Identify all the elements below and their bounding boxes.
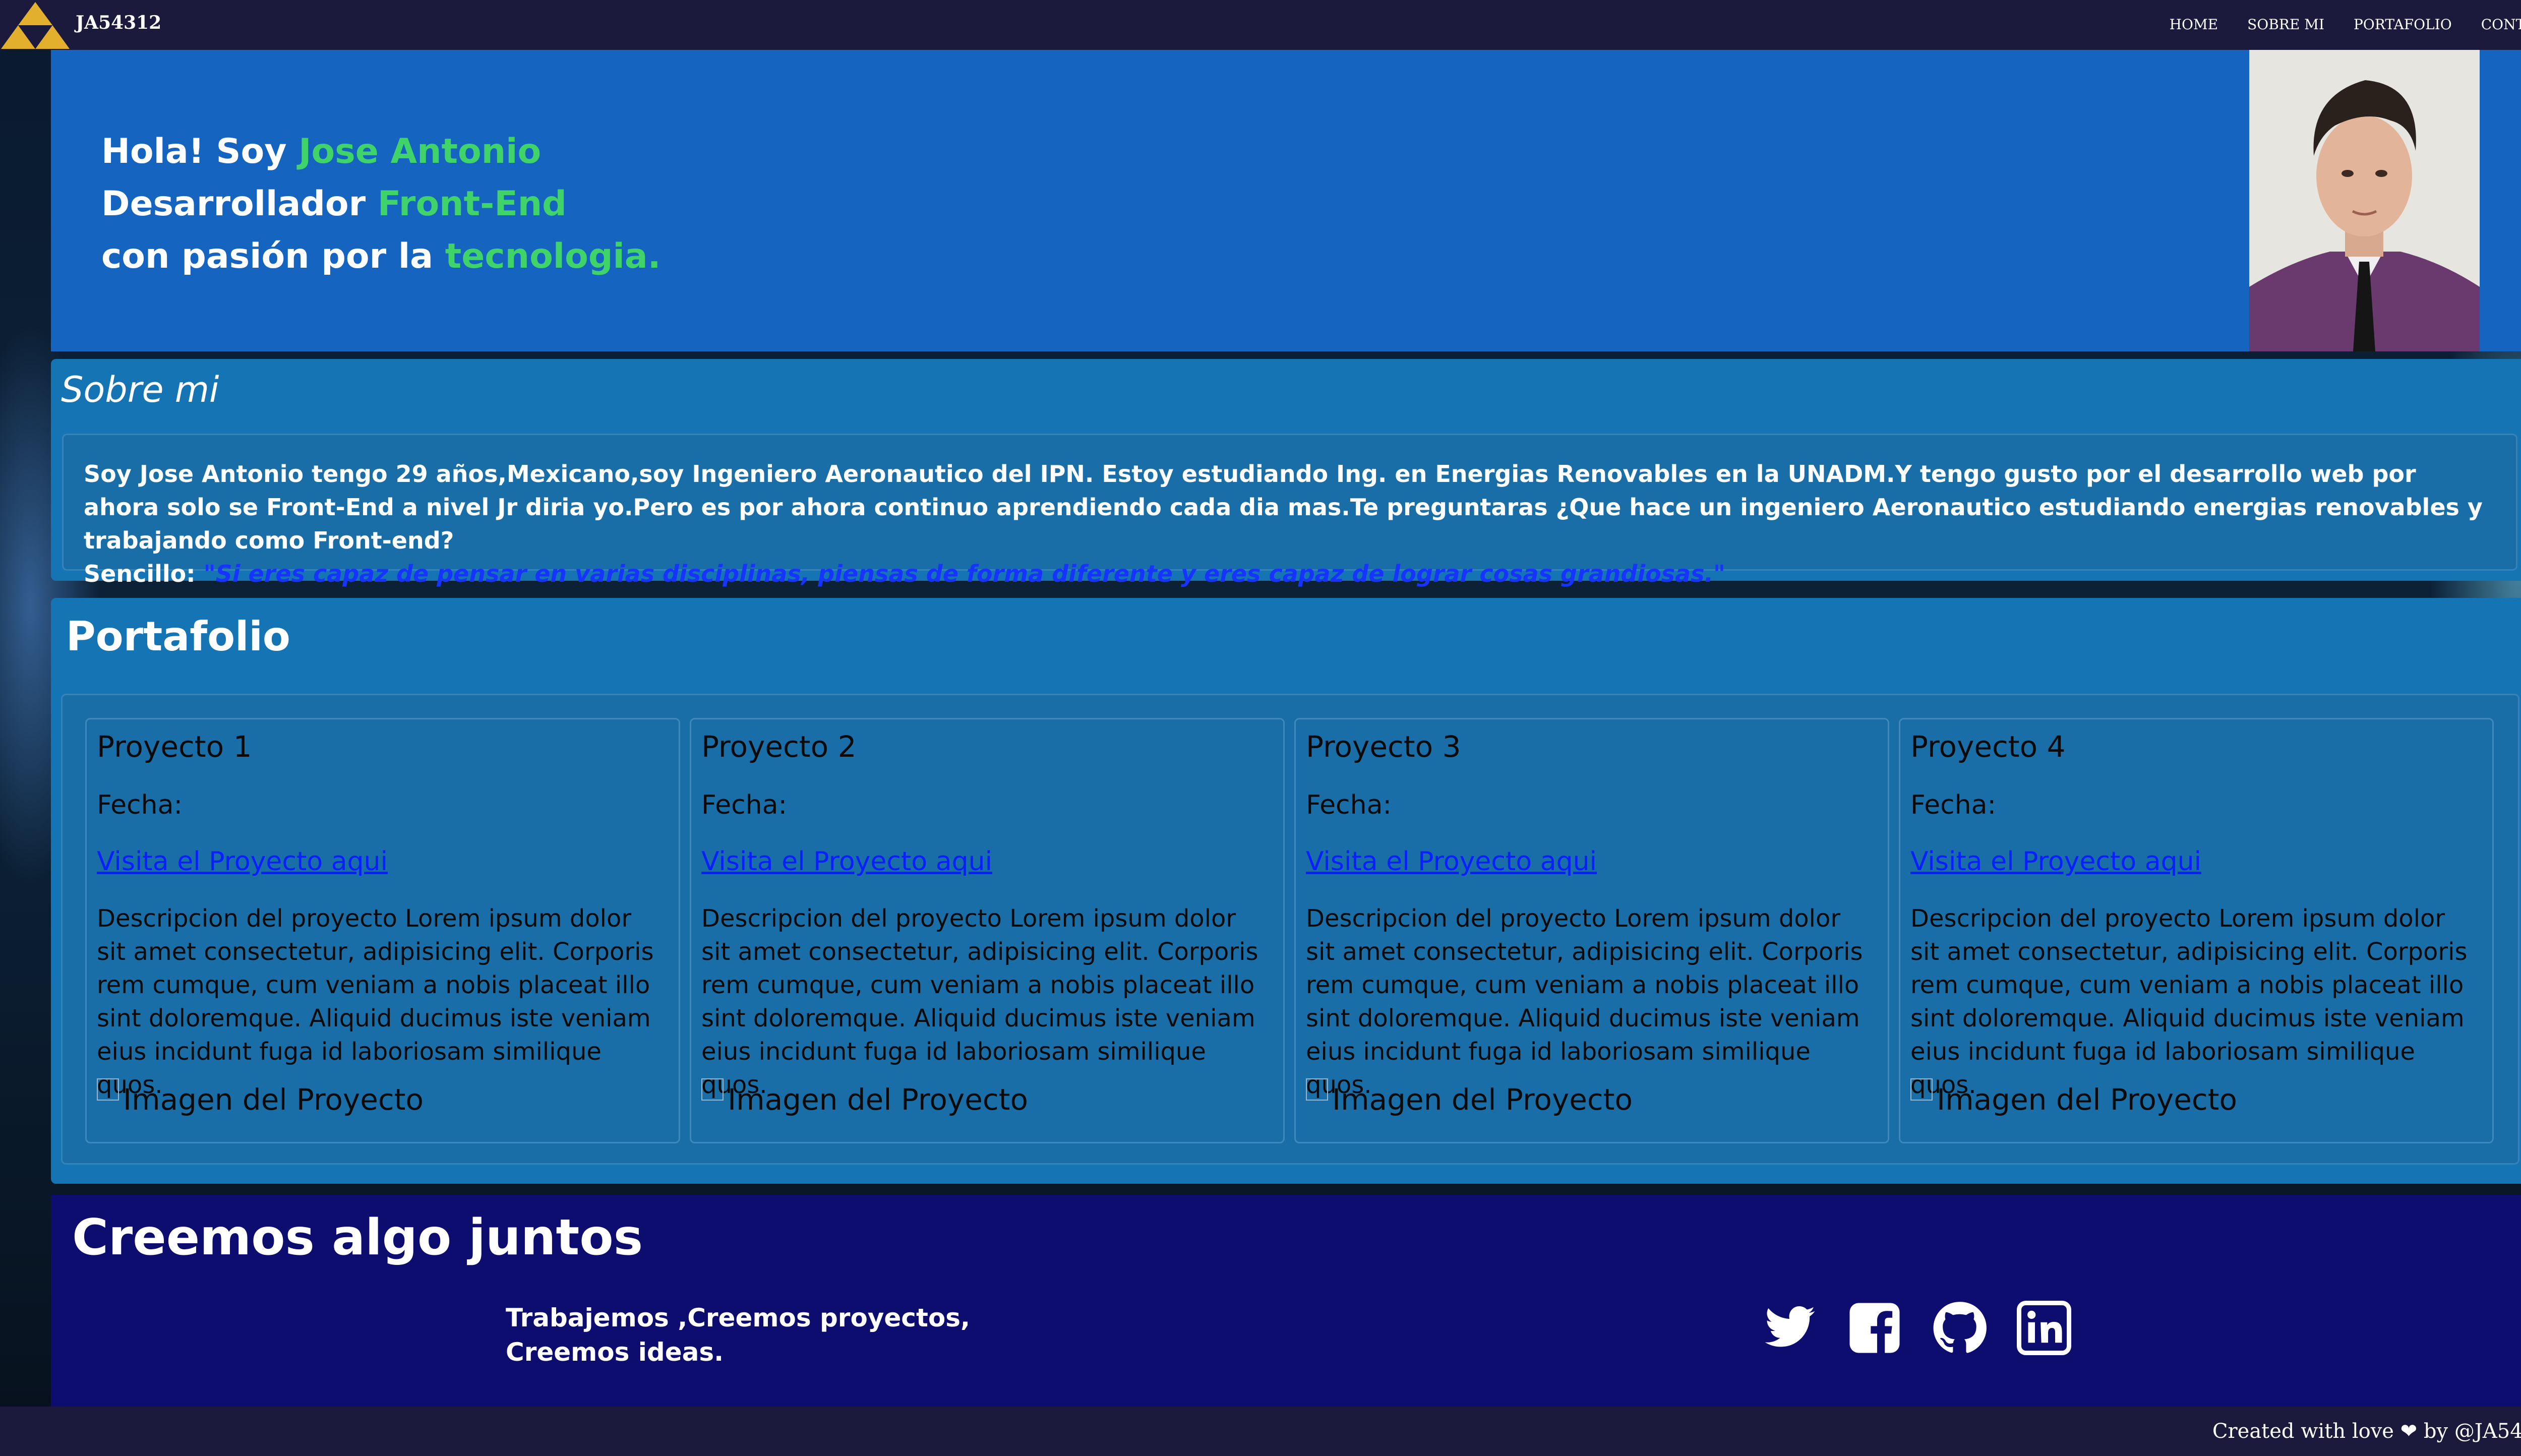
facebook-icon[interactable] <box>1847 1301 1902 1355</box>
about-title: Sobre mi <box>61 369 219 410</box>
hero-line-3: con pasión por la tecnologia. <box>101 230 661 283</box>
project-date: Fecha: <box>1306 790 1392 820</box>
nav-links: HOME SOBRE MI PORTAFOLIO CONTACTO <box>2170 16 2521 33</box>
about-body: Soy Jose Antonio tengo 29 años,Mexicano,… <box>84 460 2483 554</box>
project-description: Descripcion del proyecto Lorem ipsum dol… <box>1910 904 2468 1099</box>
project-link[interactable]: Visita el Proyecto aqui <box>701 846 992 877</box>
nav-link-home[interactable]: HOME <box>2170 16 2218 33</box>
social-links <box>1763 1301 2071 1355</box>
project-title: Proyecto 4 <box>1910 730 2066 764</box>
footer-credit: Created with love ❤ by @JA54312 <box>2212 1420 2521 1443</box>
hero-line-3-prefix: con pasión por la <box>101 236 445 276</box>
broken-image-icon <box>1910 1078 1933 1101</box>
broken-image-icon <box>1306 1078 1328 1101</box>
contact-text: Trabajemos ,Creemos proyectos, Creemos i… <box>506 1301 970 1369</box>
project-image-alt: Imagen del Proyecto <box>123 1082 424 1117</box>
broken-image-icon <box>701 1078 724 1101</box>
nav-link-sobre-mi[interactable]: SOBRE MI <box>2247 16 2324 33</box>
project-date: Fecha: <box>701 790 787 820</box>
project-link[interactable]: Visita el Proyecto aqui <box>1910 846 2201 877</box>
about-section: Sobre mi Soy Jose Antonio tengo 29 años,… <box>51 359 2521 587</box>
project-card: Proyecto 3 Fecha: Visita el Proyecto aqu… <box>1294 718 1889 1143</box>
hero-banner: Hola! Soy Jose Antonio Desarrollador Fro… <box>51 50 2521 351</box>
project-card: Proyecto 4 Fecha: Visita el Proyecto aqu… <box>1899 718 2494 1143</box>
contact-section: Creemos algo juntos Trabajemos ,Creemos … <box>51 1195 2521 1407</box>
project-link[interactable]: Visita el Proyecto aqui <box>97 846 388 877</box>
triforce-logo-icon[interactable] <box>0 1 71 50</box>
navbar: JA54312 HOME SOBRE MI PORTAFOLIO CONTACT… <box>0 0 2521 50</box>
nav-link-contacto[interactable]: CONTACTO <box>2481 16 2521 33</box>
hero-name: Jose Antonio <box>298 132 542 171</box>
hero-line-2: Desarrollador Front-End <box>101 178 661 230</box>
project-date: Fecha: <box>1910 790 1996 820</box>
project-image: Imagen del Proyecto <box>701 1078 1029 1117</box>
project-image: Imagen del Proyecto <box>1910 1078 2238 1117</box>
project-image-alt: Imagen del Proyecto <box>1937 1082 2238 1117</box>
hero-line-1-prefix: Hola! Soy <box>101 132 299 171</box>
github-icon[interactable] <box>1932 1301 1987 1355</box>
footer: Created with love ❤ by @JA54312 <box>0 1407 2521 1456</box>
project-description: Descripcion del proyecto Lorem ipsum dol… <box>1306 904 1863 1099</box>
project-title: Proyecto 2 <box>701 730 857 764</box>
project-title: Proyecto 3 <box>1306 730 1461 764</box>
project-image: Imagen del Proyecto <box>97 1078 424 1117</box>
nav-link-portafolio[interactable]: PORTAFOLIO <box>2354 16 2452 33</box>
project-description: Descripcion del proyecto Lorem ipsum dol… <box>701 904 1258 1099</box>
project-card: Proyecto 1 Fecha: Visita el Proyecto aqu… <box>85 718 680 1143</box>
project-date: Fecha: <box>97 790 183 820</box>
about-box: Soy Jose Antonio tengo 29 años,Mexicano,… <box>62 434 2517 587</box>
project-card: Proyecto 2 Fecha: Visita el Proyecto aqu… <box>690 718 1285 1143</box>
about-quote: "Si eres capaz de pensar en varias disci… <box>203 560 1725 587</box>
twitter-icon[interactable] <box>1763 1301 1817 1355</box>
hero-passion: tecnologia. <box>445 236 661 276</box>
project-image: Imagen del Proyecto <box>1306 1078 1633 1117</box>
portfolio-section: Portafolio Proyecto 1 Fecha: Visita el P… <box>51 598 2521 1184</box>
contact-line-1: Trabajemos ,Creemos proyectos, <box>506 1303 970 1332</box>
projects-container: Proyecto 1 Fecha: Visita el Proyecto aqu… <box>61 694 2519 1165</box>
brand-name[interactable]: JA54312 <box>76 12 161 33</box>
hero-text: Hola! Soy Jose Antonio Desarrollador Fro… <box>101 126 661 283</box>
hero-line-1: Hola! Soy Jose Antonio <box>101 126 661 178</box>
project-description: Descripcion del proyecto Lorem ipsum dol… <box>97 904 654 1099</box>
linkedin-icon[interactable] <box>2017 1301 2071 1355</box>
contact-line-2: Creemos ideas. <box>506 1338 724 1367</box>
portfolio-title: Portafolio <box>66 613 290 660</box>
project-image-alt: Imagen del Proyecto <box>1332 1082 1633 1117</box>
broken-image-icon <box>97 1078 119 1101</box>
project-title: Proyecto 1 <box>97 730 252 764</box>
hero-line-2-prefix: Desarrollador <box>101 184 378 224</box>
hero-role: Front-End <box>377 184 567 224</box>
profile-photo <box>2249 50 2480 351</box>
contact-title: Creemos algo juntos <box>72 1209 643 1266</box>
about-quote-label: Sencillo: <box>84 560 204 587</box>
project-link[interactable]: Visita el Proyecto aqui <box>1306 846 1597 877</box>
project-image-alt: Imagen del Proyecto <box>728 1082 1029 1117</box>
